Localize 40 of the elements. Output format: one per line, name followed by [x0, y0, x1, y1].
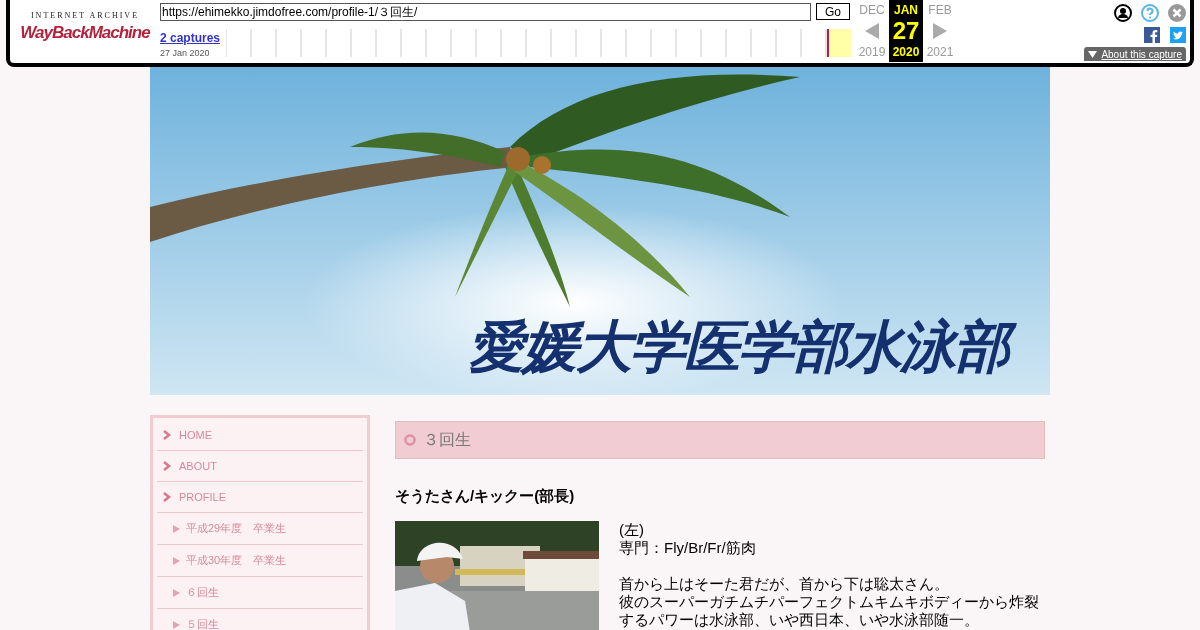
sidebar-item[interactable]: HOME	[157, 420, 363, 451]
triangle-icon	[173, 620, 180, 629]
triangle-icon	[173, 556, 180, 565]
help-icon[interactable]	[1141, 4, 1159, 22]
close-icon[interactable]	[1168, 4, 1186, 22]
profile-text: (左)	[619, 520, 645, 539]
calendar-current[interactable]: JAN 27 2020	[889, 0, 923, 62]
profile-text: 首から上はそーた君だが、首から下は聡太さん。	[619, 574, 950, 593]
sidebar-item[interactable]: ６回生	[157, 577, 363, 609]
sidebar-item[interactable]: PROFILE	[157, 482, 363, 513]
wayback-logo[interactable]: WayBackMachine	[20, 22, 150, 44]
sidebar-item[interactable]: ５回生	[157, 609, 363, 630]
arrow-left-icon[interactable]	[865, 23, 879, 39]
calendar-month[interactable]: FEB 2021	[923, 0, 957, 62]
user-icon[interactable]	[1114, 4, 1132, 22]
url-field[interactable]: https://ehimekko.jimdofree.com/profile-1/３回生/	[160, 3, 811, 21]
profile-text: 彼のスーパーガチムチパーフェクトムキムキボディーから炸裂するパワーは水泳部、いや西日本、いや水泳部随一。	[619, 592, 1040, 629]
ring-icon	[404, 434, 416, 446]
caret-icon	[1088, 50, 1098, 58]
facebook-icon[interactable]	[1144, 27, 1160, 43]
sidebar-item[interactable]: 平成29年度 卒業生	[157, 513, 363, 545]
twitter-icon[interactable]	[1170, 27, 1186, 43]
section-heading: ３回生	[395, 421, 1045, 459]
captures-link[interactable]: 2 captures	[160, 29, 226, 47]
site-title: 愛媛大学医学部水泳部	[464, 311, 1020, 383]
sidebar-item[interactable]: ABOUT	[157, 451, 363, 482]
calendar-month[interactable]: DEC 2019	[855, 0, 889, 62]
sidebar-item[interactable]: 平成30年度 卒業生	[157, 545, 363, 577]
about-capture-button[interactable]: About this capture	[1084, 47, 1186, 61]
chevron-icon	[163, 492, 171, 502]
triangle-icon	[173, 588, 180, 597]
logo-caption: INTERNET ARCHIVE	[30, 10, 140, 22]
capture-date: 27 Jan 2020	[160, 47, 211, 60]
arrow-right-icon[interactable]	[933, 23, 947, 39]
member-name: そうたさん/キックー(部長)	[395, 486, 576, 506]
chevron-icon	[163, 430, 171, 440]
chevron-icon	[163, 461, 171, 471]
profile-text: 専門：Fly/Br/Fr/筋肉	[619, 538, 757, 557]
go-button[interactable]: Go	[816, 3, 850, 20]
triangle-icon	[173, 524, 180, 533]
